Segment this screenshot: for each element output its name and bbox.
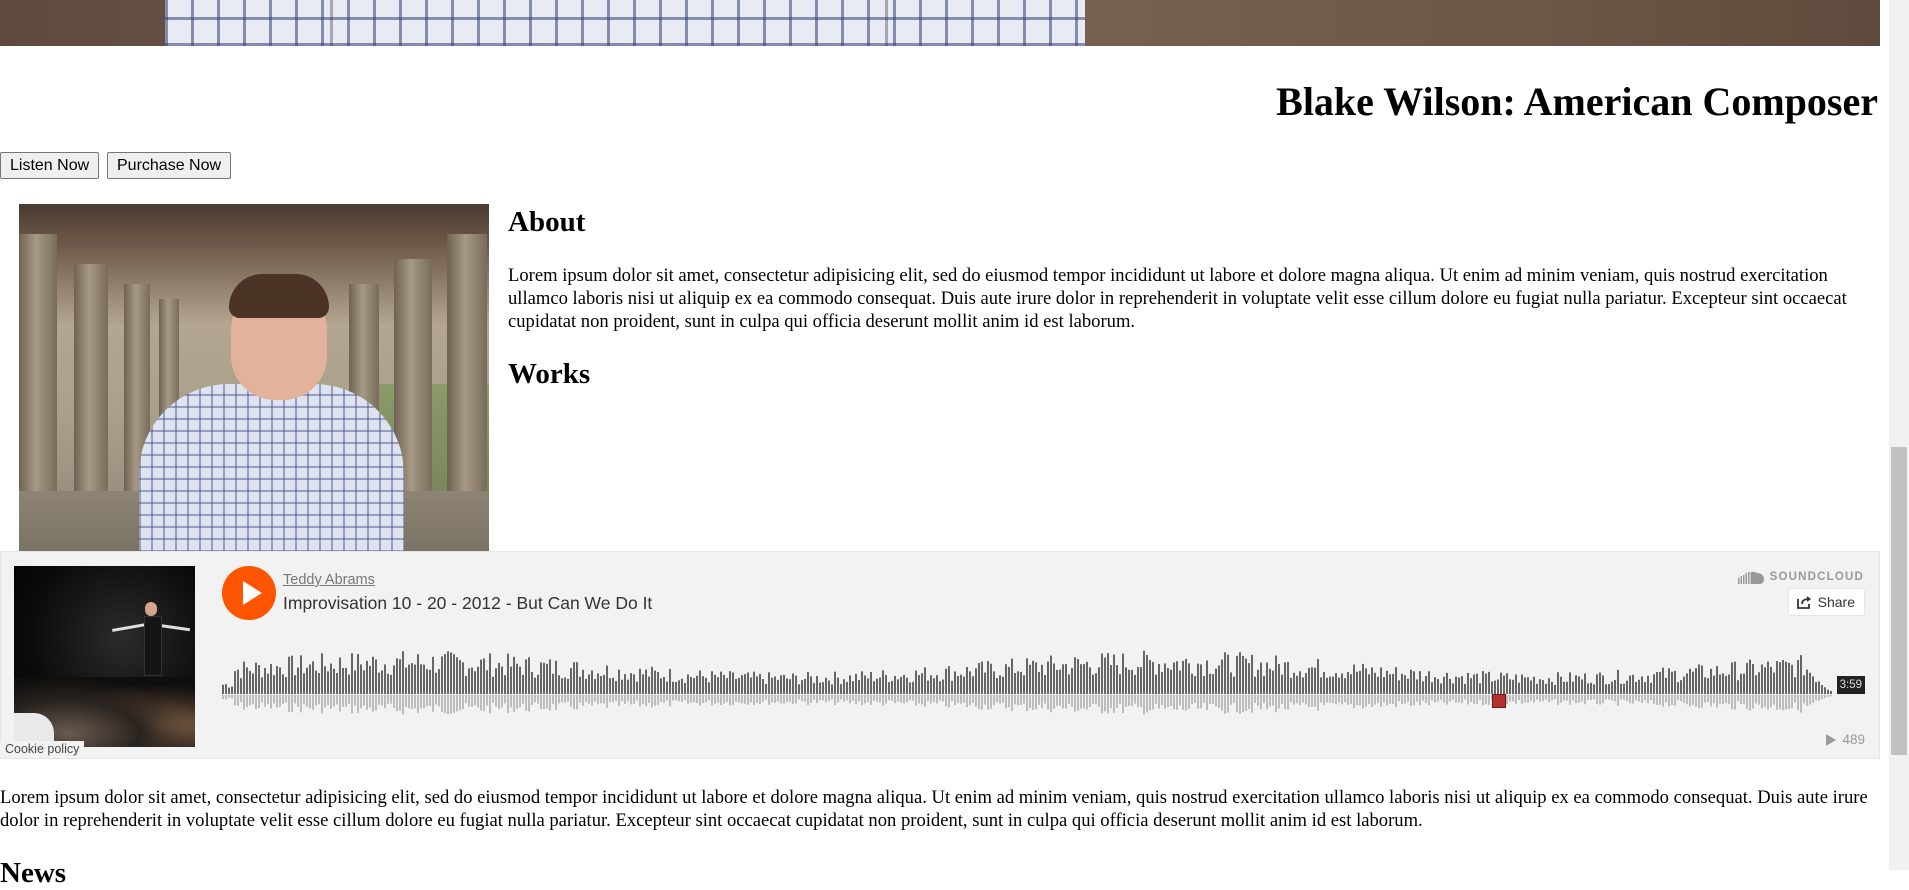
vertical-scrollbar[interactable] <box>1889 0 1909 870</box>
waveform[interactable] <box>222 638 1836 728</box>
artist-link[interactable]: Teddy Abrams <box>283 572 375 588</box>
play-button[interactable] <box>222 566 276 620</box>
hero-image <box>0 0 1880 46</box>
plays-icon <box>1826 733 1837 746</box>
body-text: Lorem ipsum dolor sit amet, consectetur … <box>0 787 1868 831</box>
soundcloud-logo[interactable]: SOUNDCLOUD <box>1737 569 1864 585</box>
play-icon <box>243 581 262 605</box>
composer-portrait <box>19 204 489 551</box>
listen-now-button[interactable]: Listen Now <box>0 152 100 179</box>
soundcloud-logo-text: SOUNDCLOUD <box>1769 571 1864 583</box>
page-title: Blake Wilson: American Composer <box>1276 79 1878 124</box>
news-heading: News <box>0 857 67 889</box>
track-artwork[interactable] <box>14 566 195 747</box>
track-duration: 3:59 <box>1836 676 1865 694</box>
share-icon <box>1796 596 1811 609</box>
share-label: Share <box>1817 594 1855 610</box>
purchase-now-button[interactable]: Purchase Now <box>107 152 232 179</box>
scrollbar-thumb[interactable] <box>1891 447 1907 755</box>
works-heading: Works <box>508 358 591 390</box>
comment-marker[interactable] <box>1492 694 1506 708</box>
soundcloud-logo-icon <box>1737 571 1764 584</box>
about-text: Lorem ipsum dolor sit amet, consectetur … <box>508 265 1847 332</box>
about-heading: About <box>508 206 586 238</box>
play-count-value: 489 <box>1842 732 1865 747</box>
share-button[interactable]: Share <box>1787 588 1865 616</box>
track-title[interactable]: Improvisation 10 - 20 - 2012 - But Can W… <box>283 593 652 614</box>
play-count: 489 <box>1826 732 1865 747</box>
cookie-policy-link[interactable]: Cookie policy <box>0 741 85 757</box>
soundcloud-player: Teddy Abrams Improvisation 10 - 20 - 201… <box>0 551 1880 759</box>
